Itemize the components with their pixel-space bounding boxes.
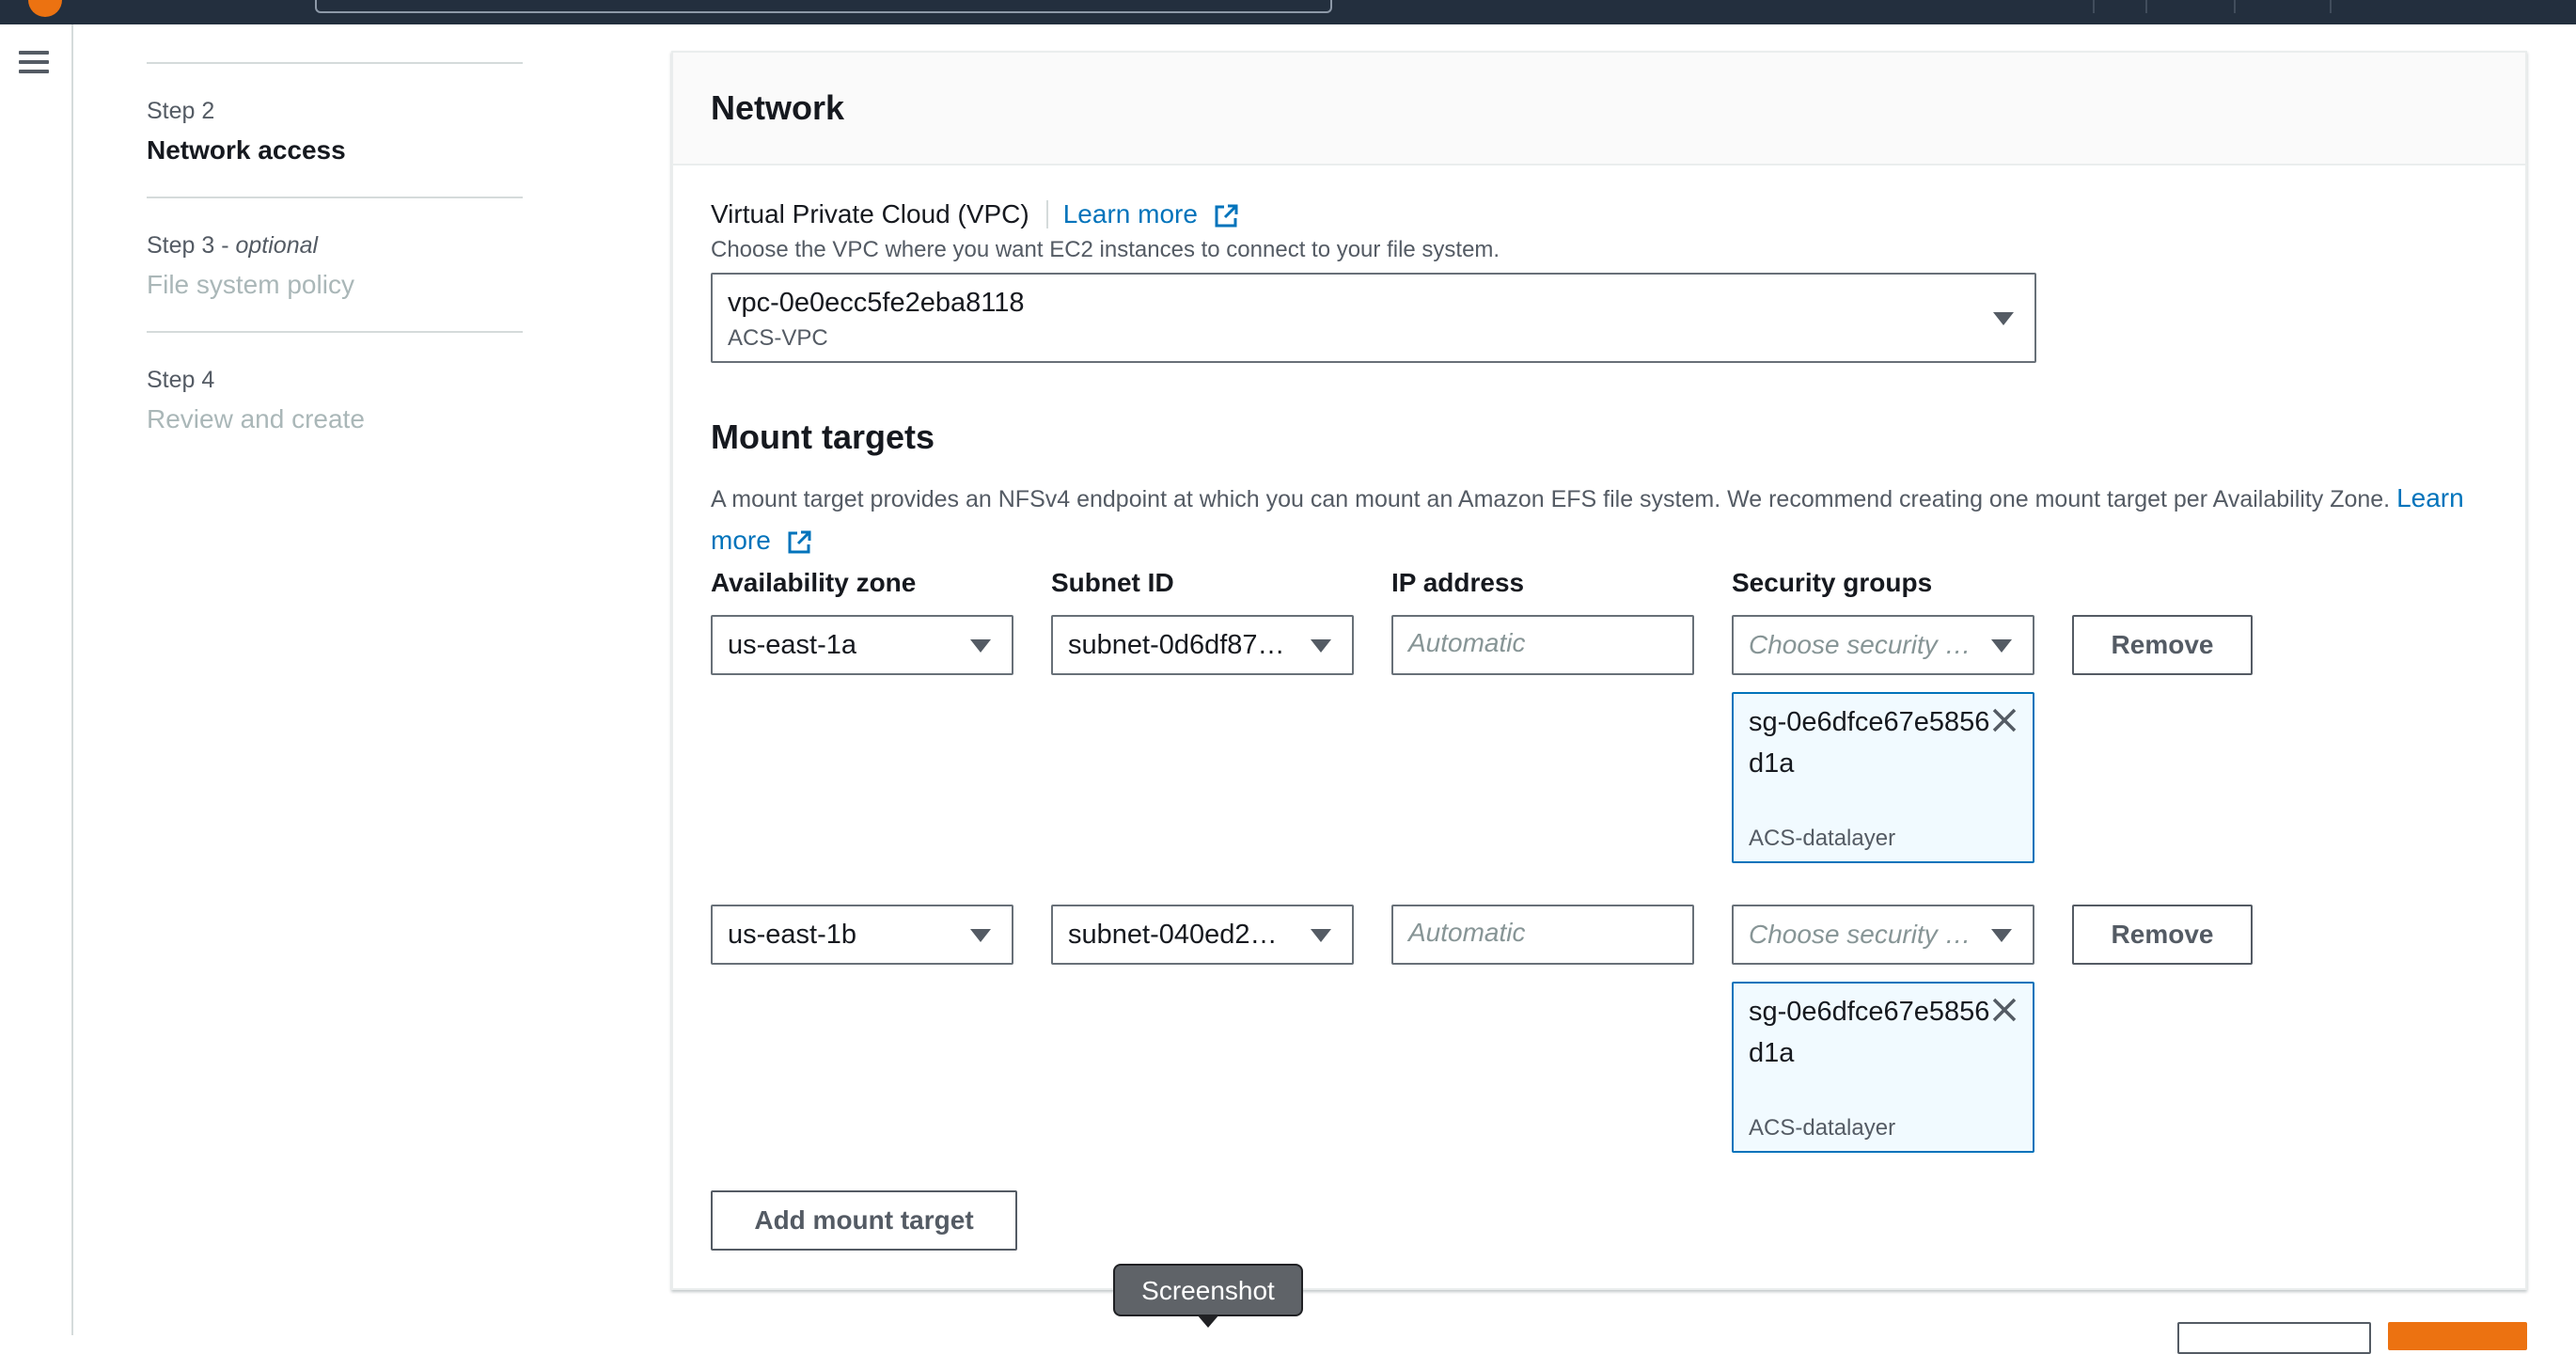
security-group-id: sg-0e6dfce67e5856d1a: [1749, 707, 1990, 779]
step-network-access[interactable]: Step 2 Network access: [147, 64, 523, 198]
step-title: Network access: [147, 135, 346, 165]
caret-down-icon: [1991, 929, 2012, 942]
mount-targets-description: A mount target provides an NFSv4 endpoin…: [711, 483, 2464, 555]
security-group-token: sg-0e6dfce67e5856d1a ACS-datalayer: [1732, 982, 2034, 1153]
top-navigation-bar: [0, 0, 2576, 24]
mount-targets-title: Mount targets: [711, 417, 935, 456]
security-group-id: sg-0e6dfce67e5856d1a: [1749, 997, 1990, 1068]
next-button[interactable]: [2388, 1322, 2527, 1350]
vpc-select[interactable]: vpc-0e0ecc5fe2eba8118 ACS-VPC: [711, 273, 2036, 363]
external-link-icon: [1215, 204, 1238, 228]
column-security-groups: Security groups: [1732, 568, 1933, 597]
security-groups-placeholder: Choose security …: [1749, 920, 1971, 949]
column-subnet-id: Subnet ID: [1051, 568, 1174, 597]
ip-address-placeholder: Automatic: [1408, 918, 1526, 947]
availability-zone-value: us-east-1b: [728, 920, 857, 950]
availability-zone-select[interactable]: us-east-1a: [711, 615, 1013, 675]
network-panel: Network Virtual Private Cloud (VPC) Lear…: [671, 51, 2527, 1290]
close-icon[interactable]: [1991, 707, 2018, 733]
nav-divider: [2093, 0, 2095, 13]
aws-logo-icon[interactable]: [28, 0, 62, 17]
vpc-select-value: vpc-0e0ecc5fe2eba8118: [728, 288, 1025, 318]
hamburger-menu-icon[interactable]: [19, 49, 49, 75]
side-navigation-rail: [0, 24, 73, 1335]
availability-zone-value: us-east-1a: [728, 630, 857, 660]
nav-divider: [2234, 0, 2236, 13]
security-groups-select[interactable]: Choose security …: [1732, 615, 2034, 675]
step-title: Review and create: [147, 404, 365, 433]
vpc-label-row: Virtual Private Cloud (VPC) Learn more: [711, 196, 1239, 233]
column-availability-zone: Availability zone: [711, 568, 917, 597]
tooltip-tail: [1197, 1315, 1219, 1328]
external-link-icon: [788, 530, 811, 554]
ip-address-input[interactable]: Automatic: [1391, 615, 1694, 675]
subnet-value: subnet-040ed2…: [1068, 920, 1278, 950]
add-mount-target-button[interactable]: Add mount target: [711, 1190, 1017, 1251]
security-groups-select[interactable]: Choose security …: [1732, 905, 2034, 965]
caret-down-icon: [970, 929, 991, 942]
caret-down-icon: [1991, 639, 2012, 653]
step-number: Step 4: [147, 367, 215, 393]
nav-divider: [2330, 0, 2332, 13]
remove-button[interactable]: Remove: [2072, 905, 2253, 965]
vpc-select-name: ACS-VPC: [728, 325, 828, 351]
vpc-description: Choose the VPC where you want EC2 instan…: [711, 237, 1500, 262]
global-search-input[interactable]: [315, 0, 1332, 13]
previous-step-link[interactable]: [147, 15, 154, 45]
panel-title: Network: [711, 88, 845, 127]
previous-step-cut: [147, 24, 523, 64]
security-groups-placeholder: Choose security …: [1749, 630, 1971, 659]
panel-header: Network: [673, 53, 2525, 165]
previous-button[interactable]: [2177, 1322, 2371, 1354]
vpc-label: Virtual Private Cloud (VPC): [711, 199, 1029, 228]
ip-address-input[interactable]: Automatic: [1391, 905, 1694, 965]
remove-button[interactable]: Remove: [2072, 615, 2253, 675]
close-icon[interactable]: [1991, 997, 2018, 1023]
label-divider: [1045, 200, 1048, 228]
nav-divider: [2145, 0, 2147, 13]
caret-down-icon: [1311, 639, 1331, 653]
caret-down-icon: [1311, 929, 1331, 942]
security-group-name: ACS-datalayer: [1749, 826, 1896, 851]
column-ip-address: IP address: [1391, 568, 1525, 597]
subnet-select[interactable]: subnet-0d6df87…: [1051, 615, 1354, 675]
wizard-steps-nav: Step 2 Network access Step 3 - optional …: [147, 24, 523, 465]
subnet-select[interactable]: subnet-040ed2…: [1051, 905, 1354, 965]
caret-down-icon: [970, 639, 991, 653]
step-title: File system policy: [147, 270, 354, 299]
step-number: Step 3 - optional: [147, 232, 319, 259]
step-number: Step 2: [147, 98, 215, 124]
caret-down-icon: [1993, 312, 2014, 325]
subnet-value: subnet-0d6df87…: [1068, 630, 1285, 660]
screenshot-tooltip: Screenshot: [1113, 1264, 1303, 1316]
step-review-and-create: Step 4 Review and create: [147, 333, 523, 465]
security-group-token: sg-0e6dfce67e5856d1a ACS-datalayer: [1732, 692, 2034, 863]
security-group-name: ACS-datalayer: [1749, 1115, 1896, 1141]
availability-zone-select[interactable]: us-east-1b: [711, 905, 1013, 965]
step-file-system-policy: Step 3 - optional File system policy: [147, 198, 523, 333]
ip-address-placeholder: Automatic: [1408, 628, 1526, 657]
vpc-learn-more-link[interactable]: Learn more: [1063, 199, 1239, 229]
